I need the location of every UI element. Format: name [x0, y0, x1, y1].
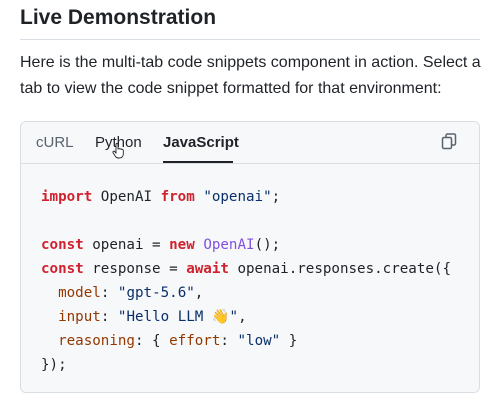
code-token: response = [83, 261, 187, 277]
code-token: OpenAI [92, 189, 161, 205]
code-line-1: import OpenAI from "openai"; [41, 185, 280, 209]
code-token: , [238, 309, 247, 325]
code-line-4: const response = await openai.responses.… [41, 257, 451, 281]
code-token: "low" [237, 333, 281, 349]
intro-paragraph: Here is the multi-tab code snippets comp… [20, 54, 481, 97]
code-token: openai.responses.create({ [228, 261, 452, 277]
code-token: : { [134, 333, 170, 349]
code-token: "Hello LLM 👋" [117, 309, 239, 325]
code-token: "gpt-5.6" [117, 285, 195, 301]
code-token: openai = [83, 237, 170, 253]
code-token: : [100, 309, 118, 325]
code-token: (); [254, 237, 281, 253]
code-token: const [41, 237, 84, 253]
code-token: : [100, 285, 118, 301]
code-token: , [194, 285, 204, 301]
tab-curl[interactable]: cURL [36, 134, 74, 152]
code-token: effort [169, 333, 221, 349]
code-snippet-card: cURL Python JavaScript import OpenAI fro… [20, 121, 480, 393]
code-line-6: input: "Hello LLM 👋", [41, 305, 247, 329]
code-token: new [169, 237, 195, 253]
hand-pointer-cursor-icon [112, 143, 124, 159]
code-block: import OpenAI from "openai"; const opena… [21, 164, 479, 392]
copy-button[interactable] [439, 132, 459, 152]
code-token: ; [271, 189, 281, 205]
code-line-5: model: "gpt-5.6", [41, 281, 203, 305]
code-token: : [220, 333, 238, 349]
code-token: from [160, 189, 195, 205]
code-token: model [58, 285, 101, 301]
code-token: import [41, 189, 93, 205]
heading-divider [20, 39, 480, 40]
code-line-7: reasoning: { effort: "low" } [41, 329, 297, 353]
code-token: "openai" [203, 189, 272, 205]
tab-bar: cURL Python JavaScript [21, 122, 479, 164]
code-line-8: }); [41, 353, 67, 377]
code-token: OpenAI [203, 237, 255, 253]
code-token: }); [41, 357, 67, 373]
code-line-3: const openai = new OpenAI(); [41, 233, 280, 257]
code-token: await [186, 261, 229, 277]
code-token: const [41, 261, 84, 277]
section-title: Live Demonstration [20, 6, 217, 29]
code-token: } [280, 333, 298, 349]
active-tab-indicator [163, 161, 233, 163]
code-token: reasoning [58, 333, 135, 349]
tab-javascript[interactable]: JavaScript [163, 134, 239, 152]
copy-icon [441, 133, 457, 150]
code-token: input [58, 309, 101, 325]
